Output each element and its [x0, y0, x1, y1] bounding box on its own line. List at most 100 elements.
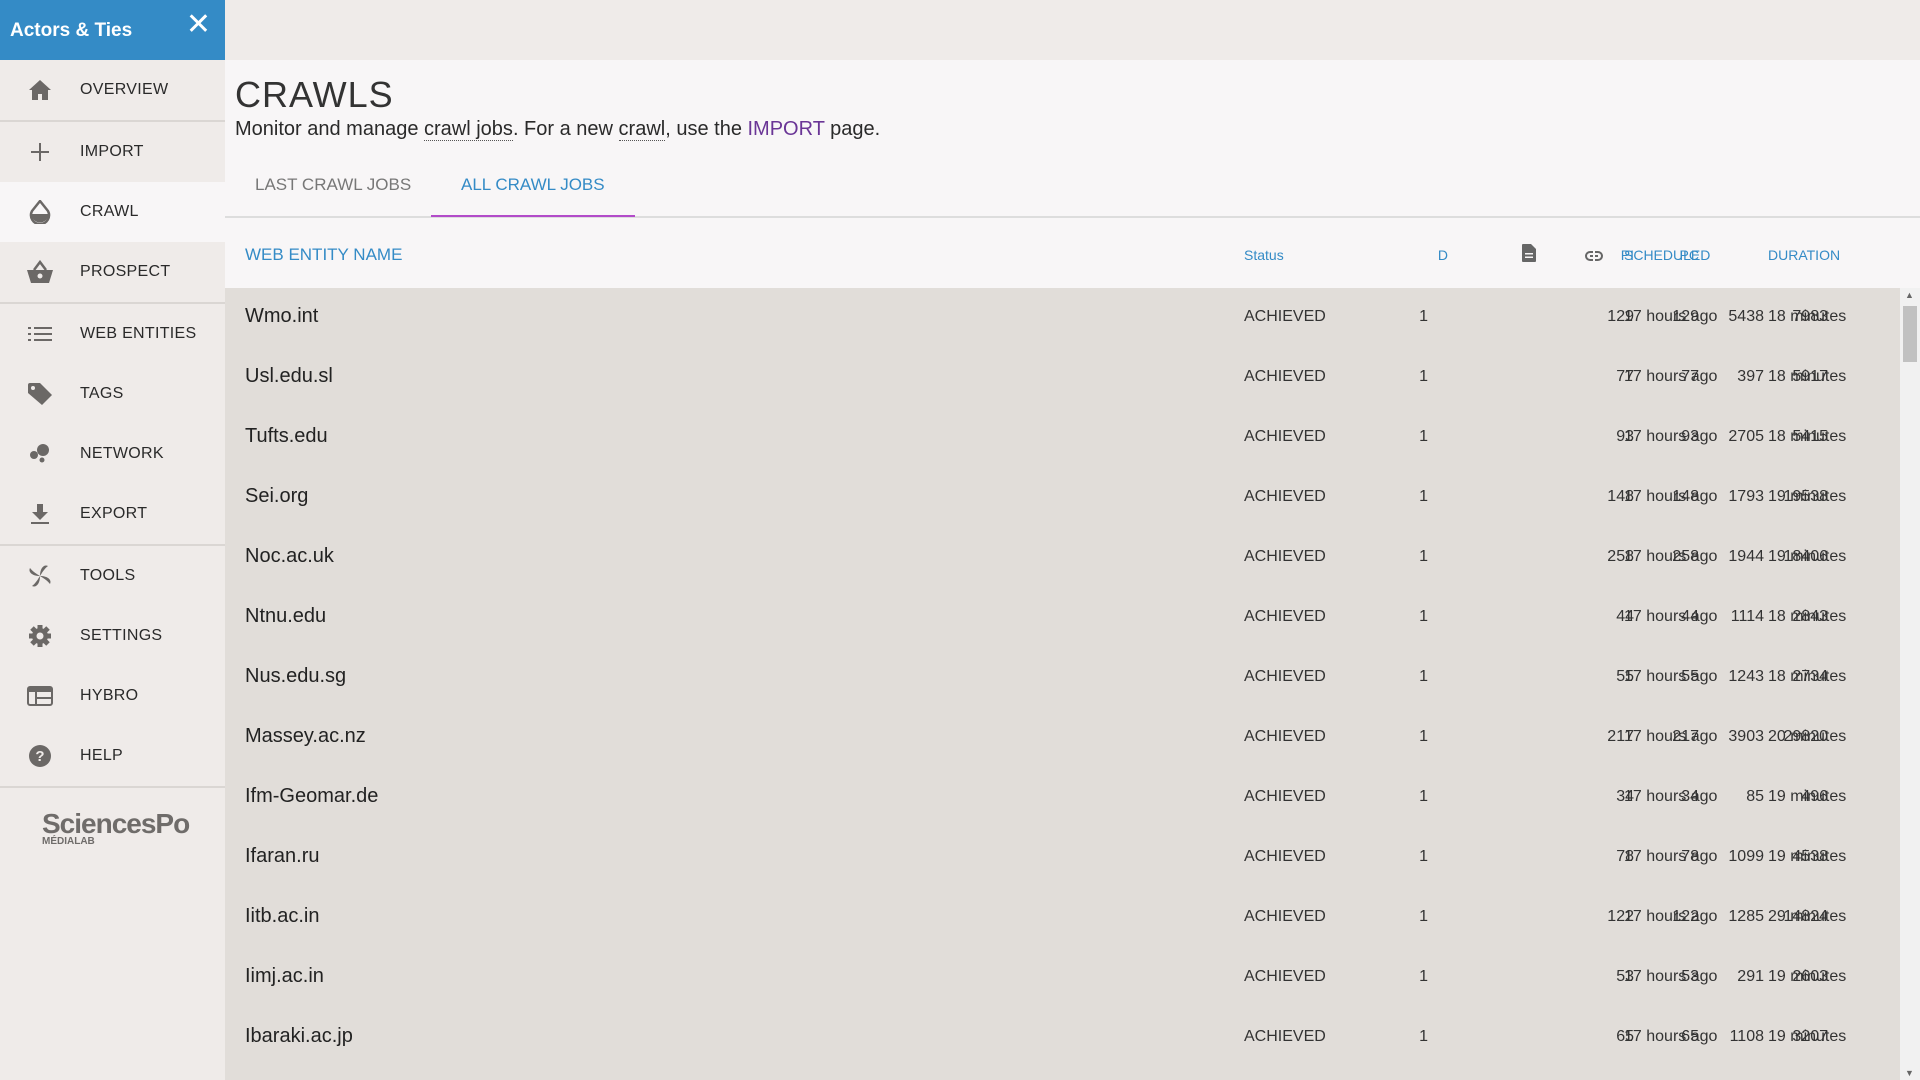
sidebar-item-tools[interactable]: TOOLS — [0, 546, 225, 606]
cell-duration: 18 minutes — [1768, 368, 1847, 385]
cell-status: ACHIEVED — [1244, 908, 1326, 925]
col-d[interactable]: D — [1438, 247, 1448, 263]
col-duration[interactable]: DURATION — [1768, 247, 1840, 263]
page-subtitle: Monitor and manage crawl jobs. For a new… — [235, 118, 881, 141]
cell-duration: 19 minutes — [1768, 1028, 1847, 1045]
sidebar-item-label: CRAWL — [80, 203, 139, 220]
cell-name[interactable]: Iitb.ac.in — [245, 905, 319, 928]
sidebar-item-label: WEB ENTITIES — [80, 325, 197, 342]
cell-name[interactable]: Noc.ac.uk — [245, 545, 334, 568]
cell-status: ACHIEVED — [1244, 668, 1326, 685]
table-row[interactable]: Iimj.ac.in 1 ACHIEVED 53 53 291 2603 17 hours a… — [225, 948, 1900, 1008]
sidebar-item-hybro[interactable]: HYBRO — [0, 666, 225, 726]
cell-d: 1 — [1419, 728, 1428, 745]
cell-d: 1 — [1419, 908, 1428, 925]
sciencespo-logo: SciencesPo MÉDIALAB — [42, 808, 190, 847]
table-row[interactable]: Ntnu.edu 1 ACHIEVED 44 44 1114 2843 17 hours ag… — [225, 588, 1900, 648]
table-row[interactable]: Massey.ac.nz 1 ACHIEVED 217 217 3903 29820 17 h… — [225, 708, 1900, 768]
basket-icon — [0, 260, 80, 284]
sidebar-item-label: TAGS — [80, 385, 124, 402]
cell-status: ACHIEVED — [1244, 428, 1326, 445]
sidebar-item-label: HYBRO — [80, 687, 139, 704]
cell-name[interactable]: Wmo.int — [245, 305, 318, 328]
cell-scheduled: 17 hours ago — [1624, 308, 1718, 325]
col-status[interactable]: Status — [1244, 247, 1284, 263]
cell-scheduled: 17 hours ago — [1624, 488, 1718, 505]
cell-pages: 1099 — [1728, 848, 1764, 865]
close-icon[interactable]: ✕ — [186, 10, 211, 40]
table-row[interactable]: Ifm-Geomar.de 1 ACHIEVED 34 34 85 496 17 hours … — [225, 768, 1900, 828]
cell-status: ACHIEVED — [1244, 848, 1326, 865]
cell-scheduled: 17 hours ago — [1624, 908, 1718, 925]
cell-scheduled: 17 hours ago — [1624, 728, 1718, 745]
cell-duration: 19 minutes — [1768, 488, 1847, 505]
import-link[interactable]: IMPORT — [748, 118, 825, 140]
sidebar-item-label: EXPORT — [80, 505, 148, 522]
scrollbar[interactable]: ▲ ▼ — [1900, 288, 1920, 1080]
sidebar-item-web-entities[interactable]: WEB ENTITIES — [0, 304, 225, 364]
hybro-icon — [0, 686, 80, 706]
cell-name[interactable]: Ntnu.edu — [245, 605, 326, 628]
crawl-term: crawl — [618, 118, 666, 141]
cell-duration: 18 minutes — [1768, 668, 1847, 685]
col-name[interactable]: WEB ENTITY NAME — [245, 245, 402, 265]
cell-pages: 1285 — [1728, 908, 1764, 925]
sidebar-item-crawl[interactable]: CRAWL — [0, 182, 225, 242]
main-content: CRAWLS Monitor and manage crawl jobs. Fo… — [225, 60, 1920, 1080]
cell-name[interactable]: Tufts.edu — [245, 425, 328, 448]
cell-pages: 291 — [1737, 968, 1764, 985]
scroll-down-icon[interactable]: ▼ — [1905, 1068, 1914, 1078]
cell-d: 1 — [1419, 788, 1428, 805]
sidebar-item-import[interactable]: IMPORT — [0, 122, 225, 182]
sidebar-item-label: HELP — [80, 747, 123, 764]
sidebar-item-network[interactable]: NETWORK — [0, 424, 225, 484]
sidebar-item-settings[interactable]: SETTINGS — [0, 606, 225, 666]
table-row[interactable]: Usl.edu.sl 1 ACHIEVED 77 77 397 5917 17 hours a… — [225, 348, 1900, 408]
cell-duration: 19 minutes — [1768, 788, 1847, 805]
scroll-up-icon[interactable]: ▲ — [1905, 290, 1914, 300]
table-row[interactable]: Tufts.edu 1 ACHIEVED 93 93 2705 5415 17 hours a… — [225, 408, 1900, 468]
table-row[interactable]: Ibaraki.ac.jp 1 ACHIEVED 65 65 1108 3207 17 hou… — [225, 1008, 1900, 1068]
table-row[interactable]: Iitb.ac.in 1 ACHIEVED 122 122 1285 14824 17 hou… — [225, 888, 1900, 948]
cell-name[interactable]: Ifm-Geomar.de — [245, 785, 378, 808]
sidebar-item-overview[interactable]: OVERVIEW — [0, 60, 225, 120]
cell-pages: 1793 — [1728, 488, 1764, 505]
sidebar-item-prospect[interactable]: PROSPECT — [0, 242, 225, 302]
table-row[interactable]: Wmo.int 1 ACHIEVED 129 129 5438 7983 17 hours a… — [225, 288, 1900, 348]
tab-all-crawl-jobs[interactable]: ALL CRAWL JOBS — [431, 156, 635, 217]
cell-name[interactable]: Iimj.ac.in — [245, 965, 324, 988]
cell-duration: 29 minutes — [1768, 908, 1847, 925]
cell-name[interactable]: Usl.edu.sl — [245, 365, 333, 388]
table-row[interactable]: Nus.edu.sg 1 ACHIEVED 55 55 1243 2734 17 hours … — [225, 648, 1900, 708]
cell-status: ACHIEVED — [1244, 368, 1326, 385]
cell-pages: 1944 — [1728, 548, 1764, 565]
svg-text:?: ? — [35, 748, 44, 765]
sidebar-item-label: PROSPECT — [80, 263, 171, 280]
cell-name[interactable]: Sei.org — [245, 485, 308, 508]
cell-duration: 18 minutes — [1768, 608, 1847, 625]
col-scheduled[interactable]: SCHEDULED — [1624, 247, 1710, 263]
cell-name[interactable]: Nus.edu.sg — [245, 665, 346, 688]
drop-icon — [0, 200, 80, 224]
sidebar-item-label: OVERVIEW — [80, 81, 169, 98]
document-icon[interactable] — [1522, 244, 1536, 265]
cell-name[interactable]: Massey.ac.nz — [245, 725, 366, 748]
sidebar-item-label: SETTINGS — [80, 627, 163, 644]
table-row[interactable]: Ifaran.ru 1 ACHIEVED 78 78 1099 4538 17 hours a… — [225, 828, 1900, 888]
table-row[interactable]: Noc.ac.uk 1 ACHIEVED 258 258 1944 18406 17 hour… — [225, 528, 1900, 588]
sidebar-item-export[interactable]: EXPORT — [0, 484, 225, 544]
cell-pages: 1243 — [1728, 668, 1764, 685]
table-row[interactable]: Sei.org 1 ACHIEVED 148 148 1793 19538 17 hours … — [225, 468, 1900, 528]
sidebar-item-tags[interactable]: TAGS — [0, 364, 225, 424]
cell-status: ACHIEVED — [1244, 1028, 1326, 1045]
link-icon[interactable] — [1585, 248, 1603, 264]
cell-name[interactable]: Ibaraki.ac.jp — [245, 1025, 353, 1048]
tab-last-crawl-jobs[interactable]: LAST CRAWL JOBS — [225, 156, 441, 217]
scrollbar-thumb[interactable] — [1903, 306, 1917, 362]
tag-icon — [0, 382, 80, 406]
network-icon — [0, 443, 80, 465]
tabs: LAST CRAWL JOBS ALL CRAWL JOBS — [225, 156, 1920, 218]
cell-scheduled: 17 hours ago — [1624, 1028, 1718, 1045]
cell-name[interactable]: Ifaran.ru — [245, 845, 319, 868]
sidebar-item-help[interactable]: ? HELP — [0, 726, 225, 786]
